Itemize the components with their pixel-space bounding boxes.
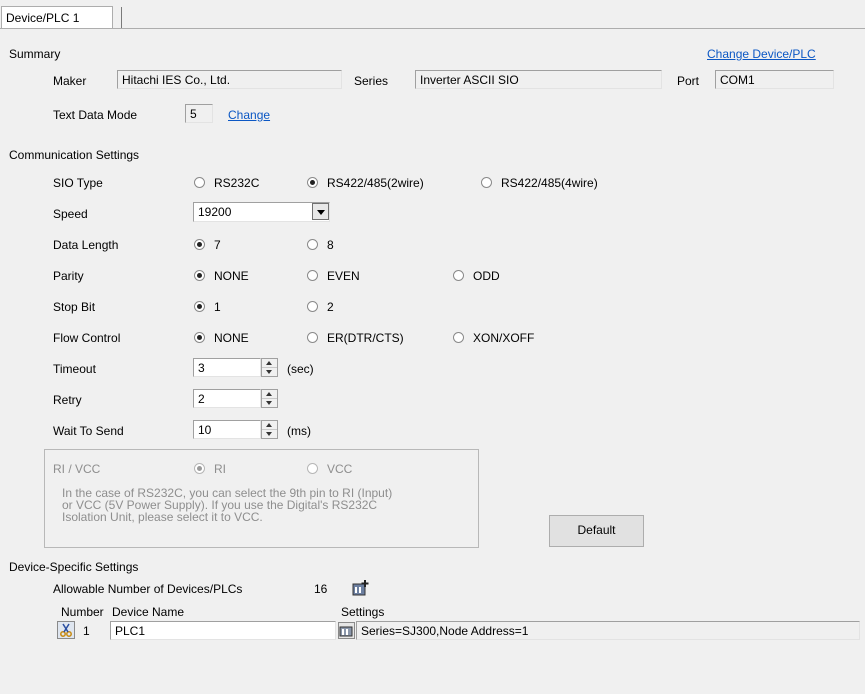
sio-rs232c-label[interactable]: RS232C	[214, 176, 259, 190]
change-text-mode-link[interactable]: Change	[228, 108, 270, 122]
ri-radio-label[interactable]: RI	[214, 462, 226, 476]
data-length-8-label[interactable]: 8	[327, 238, 334, 252]
spin-down-icon[interactable]	[262, 430, 277, 438]
parity-even-label[interactable]: EVEN	[327, 269, 360, 283]
data-length-label: Data Length	[53, 238, 119, 252]
flow-none-label[interactable]: NONE	[214, 331, 249, 345]
spin-up-icon[interactable]	[262, 359, 277, 368]
timeout-input[interactable]: 3	[193, 358, 261, 377]
stop-bit-1-radio[interactable]	[194, 301, 205, 312]
flow-none-radio[interactable]	[194, 332, 205, 343]
flow-xon-radio[interactable]	[453, 332, 464, 343]
change-device-plc-link[interactable]: Change Device/PLC	[707, 47, 816, 61]
flow-er-label[interactable]: ER(DTR/CTS)	[327, 331, 404, 345]
column-number: Number	[61, 605, 104, 619]
retry-input[interactable]: 2	[193, 389, 261, 408]
speed-select[interactable]: 19200	[193, 202, 330, 222]
parity-none-label[interactable]: NONE	[214, 269, 249, 283]
parity-label: Parity	[53, 269, 84, 283]
sio-rs422-2wire-radio[interactable]	[307, 177, 318, 188]
tab-separator	[121, 7, 122, 28]
retry-label: Retry	[53, 393, 82, 407]
allowable-devices-count: 16	[314, 582, 328, 596]
default-button[interactable]: Default	[549, 515, 644, 547]
tab-device-plc-1[interactable]: Device/PLC 1	[1, 6, 113, 28]
wait-to-send-spinner[interactable]	[261, 420, 278, 439]
port-label: Port	[677, 74, 700, 88]
flow-er-radio[interactable]	[307, 332, 318, 343]
sio-rs232c-radio[interactable]	[194, 177, 205, 188]
stop-bit-2-label[interactable]: 2	[327, 300, 334, 314]
parity-none-radio[interactable]	[194, 270, 205, 281]
wait-to-send-input[interactable]: 10	[193, 420, 261, 439]
add-device-icon[interactable]	[352, 579, 370, 597]
text-data-mode-field: 5	[185, 104, 213, 123]
timeout-label: Timeout	[53, 362, 96, 376]
ri-vcc-note-3: Isolation Unit, please select it to VCC.	[62, 510, 263, 524]
vcc-radio[interactable]	[307, 463, 318, 474]
chevron-down-icon[interactable]	[312, 203, 329, 220]
summary-heading: Summary	[9, 47, 61, 61]
spin-up-icon[interactable]	[262, 421, 277, 430]
maker-label: Maker	[53, 74, 87, 88]
settings-icon[interactable]	[338, 622, 355, 639]
timeout-spinner[interactable]	[261, 358, 278, 377]
port-field: COM1	[715, 70, 834, 89]
maker-field: Hitachi IES Co., Ltd.	[117, 70, 342, 89]
stop-bit-2-radio[interactable]	[307, 301, 318, 312]
device-settings-field: Series=SJ300,Node Address=1	[356, 621, 860, 640]
timeout-unit: (sec)	[287, 362, 314, 376]
vcc-radio-label[interactable]: VCC	[327, 462, 352, 476]
device-name-input[interactable]: PLC1	[110, 621, 336, 640]
stop-bit-label: Stop Bit	[53, 300, 96, 314]
data-length-7-radio[interactable]	[194, 239, 205, 250]
device-specific-heading: Device-Specific Settings	[9, 560, 139, 574]
flow-xon-label[interactable]: XON/XOFF	[473, 331, 534, 345]
stop-bit-1-label[interactable]: 1	[214, 300, 221, 314]
spin-up-icon[interactable]	[262, 390, 277, 399]
delete-icon[interactable]	[57, 621, 75, 639]
wait-to-send-label: Wait To Send	[53, 424, 124, 438]
device-row-number: 1	[83, 624, 90, 638]
ri-radio[interactable]	[194, 463, 205, 474]
speed-label: Speed	[53, 207, 88, 221]
wait-to-send-unit: (ms)	[287, 424, 311, 438]
parity-even-radio[interactable]	[307, 270, 318, 281]
retry-spinner[interactable]	[261, 389, 278, 408]
parity-odd-label[interactable]: ODD	[473, 269, 500, 283]
spin-down-icon[interactable]	[262, 368, 277, 376]
sio-type-label: SIO Type	[53, 176, 103, 190]
column-device-name: Device Name	[112, 605, 185, 619]
ri-vcc-label: RI / VCC	[53, 462, 101, 476]
sio-rs422-4wire-radio[interactable]	[481, 177, 492, 188]
data-length-8-radio[interactable]	[307, 239, 318, 250]
text-data-mode-label: Text Data Mode	[53, 108, 138, 122]
data-length-7-label[interactable]: 7	[214, 238, 221, 252]
series-field: Inverter ASCII SIO	[415, 70, 662, 89]
series-label: Series	[354, 74, 389, 88]
sio-rs422-4wire-label[interactable]: RS422/485(4wire)	[501, 176, 598, 190]
flow-control-label: Flow Control	[53, 331, 121, 345]
parity-odd-radio[interactable]	[453, 270, 464, 281]
column-settings: Settings	[341, 605, 385, 619]
sio-rs422-2wire-label[interactable]: RS422/485(2wire)	[327, 176, 424, 190]
tab-strip: Device/PLC 1	[0, 0, 865, 28]
communication-settings-heading: Communication Settings	[9, 148, 140, 162]
allowable-devices-label: Allowable Number of Devices/PLCs	[53, 582, 243, 596]
spin-down-icon[interactable]	[262, 399, 277, 407]
